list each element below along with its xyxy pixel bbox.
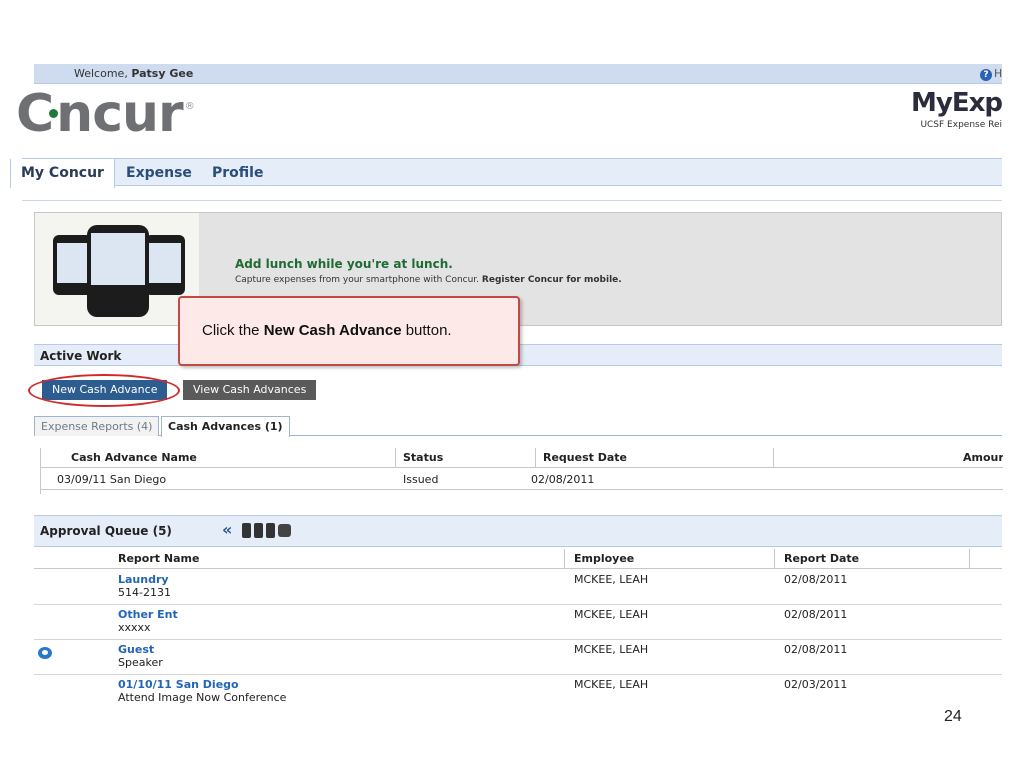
report-date: 02/03/2011	[784, 678, 848, 691]
phone-view-icon[interactable]	[242, 523, 251, 538]
report-name-link[interactable]: 01/10/11 San Diego	[118, 678, 239, 691]
comment-icon[interactable]	[38, 647, 52, 659]
help-icon: ?	[980, 69, 992, 81]
col-employee[interactable]: Employee	[574, 549, 634, 569]
col-report-name[interactable]: Report Name	[118, 549, 199, 569]
report-name-link[interactable]: Guest	[118, 643, 154, 656]
col-report-date[interactable]: Report Date	[784, 549, 859, 569]
help-link[interactable]: ? H	[980, 64, 1002, 84]
main-nav: My Concur Expense Profile	[10, 158, 1002, 188]
myexpense-brand: MyExp UCSF Expense Rei	[882, 88, 1002, 130]
instruction-callout: Click the New Cash Advance button.	[178, 296, 520, 366]
register-mobile-link[interactable]: Register Concur for mobile.	[482, 275, 622, 285]
logo-registered: ®	[184, 101, 195, 112]
slide-page-number: 24	[944, 708, 962, 725]
table-row[interactable]: Guest Speaker MCKEE, LEAH 02/08/2011	[34, 641, 1002, 675]
collapse-chevron-icon[interactable]: «	[222, 520, 232, 540]
banner-subtitle: Capture expenses from your smartphone wi…	[235, 275, 622, 285]
col-amount[interactable]: Amour	[963, 448, 1003, 468]
employee-name: MCKEE, LEAH	[574, 643, 649, 656]
cash-advance-table: Cash Advance Name Status Request Date Am…	[40, 448, 1003, 494]
cash-advance-request-date: 02/08/2011	[531, 473, 595, 486]
report-date: 02/08/2011	[784, 608, 848, 621]
table-row[interactable]: 01/10/11 San Diego Attend Image Now Conf…	[34, 676, 1002, 710]
welcome-text: Welcome, Patsy Gee	[74, 64, 193, 84]
screenshot-crop-edge	[0, 706, 1024, 768]
col-cash-advance-name[interactable]: Cash Advance Name	[71, 448, 197, 468]
help-label: H	[994, 67, 1002, 80]
report-date: 02/08/2011	[784, 573, 848, 586]
logo-dot-icon	[49, 108, 59, 118]
view-cash-advances-button[interactable]: View Cash Advances	[183, 380, 317, 400]
employee-name: MCKEE, LEAH	[574, 678, 649, 691]
employee-name: MCKEE, LEAH	[574, 573, 649, 586]
table-header: Cash Advance Name Status Request Date Am…	[41, 448, 1003, 468]
active-work-tabs: Expense Reports (4) Cash Advances (1)	[34, 416, 1002, 437]
callout-bold: New Cash Advance	[263, 322, 402, 339]
tab-profile[interactable]: Profile	[202, 159, 273, 187]
logo-rest: ncur	[56, 89, 184, 139]
employee-name: MCKEE, LEAH	[574, 608, 649, 621]
brand-subtitle: UCSF Expense Rei	[920, 120, 1002, 130]
phone-icon-center	[87, 225, 149, 317]
tab-expense[interactable]: Expense	[116, 159, 202, 187]
welcome-bar: Welcome, Patsy Gee ? H	[34, 64, 1002, 84]
tab-my-concur[interactable]: My Concur	[10, 159, 115, 188]
banner-subtitle-text: Capture expenses from your smartphone wi…	[235, 275, 480, 285]
desktop-view-icon[interactable]	[278, 524, 291, 537]
table-row[interactable]: 03/09/11 San Diego Issued 02/08/2011	[41, 470, 1003, 490]
report-name-link[interactable]: Other Ent	[118, 608, 178, 621]
tablet-view-icon[interactable]	[254, 523, 263, 538]
brand-title: MyExp	[911, 88, 1002, 118]
callout-suffix: button.	[405, 322, 452, 339]
report-purpose: xxxxx	[118, 621, 151, 634]
approval-queue-title: Approval Queue (5)	[40, 524, 172, 538]
table-row[interactable]: Other Ent xxxxx MCKEE, LEAH 02/08/2011	[34, 606, 1002, 640]
table-row[interactable]: Laundry 514-2131 MCKEE, LEAH 02/08/2011	[34, 571, 1002, 605]
report-purpose: 514-2131	[118, 586, 171, 599]
smartphones-image	[35, 213, 199, 325]
concur-logo: Cncur ®	[16, 89, 236, 139]
cash-advance-name[interactable]: 03/09/11 San Diego	[57, 470, 166, 490]
tab-cash-advances[interactable]: Cash Advances (1)	[161, 416, 290, 437]
tab-expense-reports[interactable]: Expense Reports (4)	[34, 416, 160, 436]
logo-c: C	[16, 89, 54, 139]
username: Patsy Gee	[131, 67, 194, 80]
approval-queue-header: Approval Queue (5) «	[34, 515, 1002, 547]
device-view-icon[interactable]	[266, 523, 275, 538]
approval-queue-columns: Report Name Employee Report Date	[34, 549, 1002, 569]
welcome-prefix: Welcome,	[74, 67, 128, 80]
col-status[interactable]: Status	[403, 448, 443, 468]
report-purpose: Speaker	[118, 656, 163, 669]
phone-icon-right	[145, 235, 185, 295]
nav-divider	[22, 200, 1002, 201]
cash-advance-status: Issued	[403, 473, 439, 486]
col-request-date[interactable]: Request Date	[543, 448, 627, 468]
highlight-ring	[28, 374, 180, 407]
report-date: 02/08/2011	[784, 643, 848, 656]
callout-prefix: Click the	[202, 322, 260, 339]
report-name-link[interactable]: Laundry	[118, 573, 169, 586]
report-purpose: Attend Image Now Conference	[118, 691, 287, 704]
banner-title: Add lunch while you're at lunch.	[235, 257, 453, 271]
